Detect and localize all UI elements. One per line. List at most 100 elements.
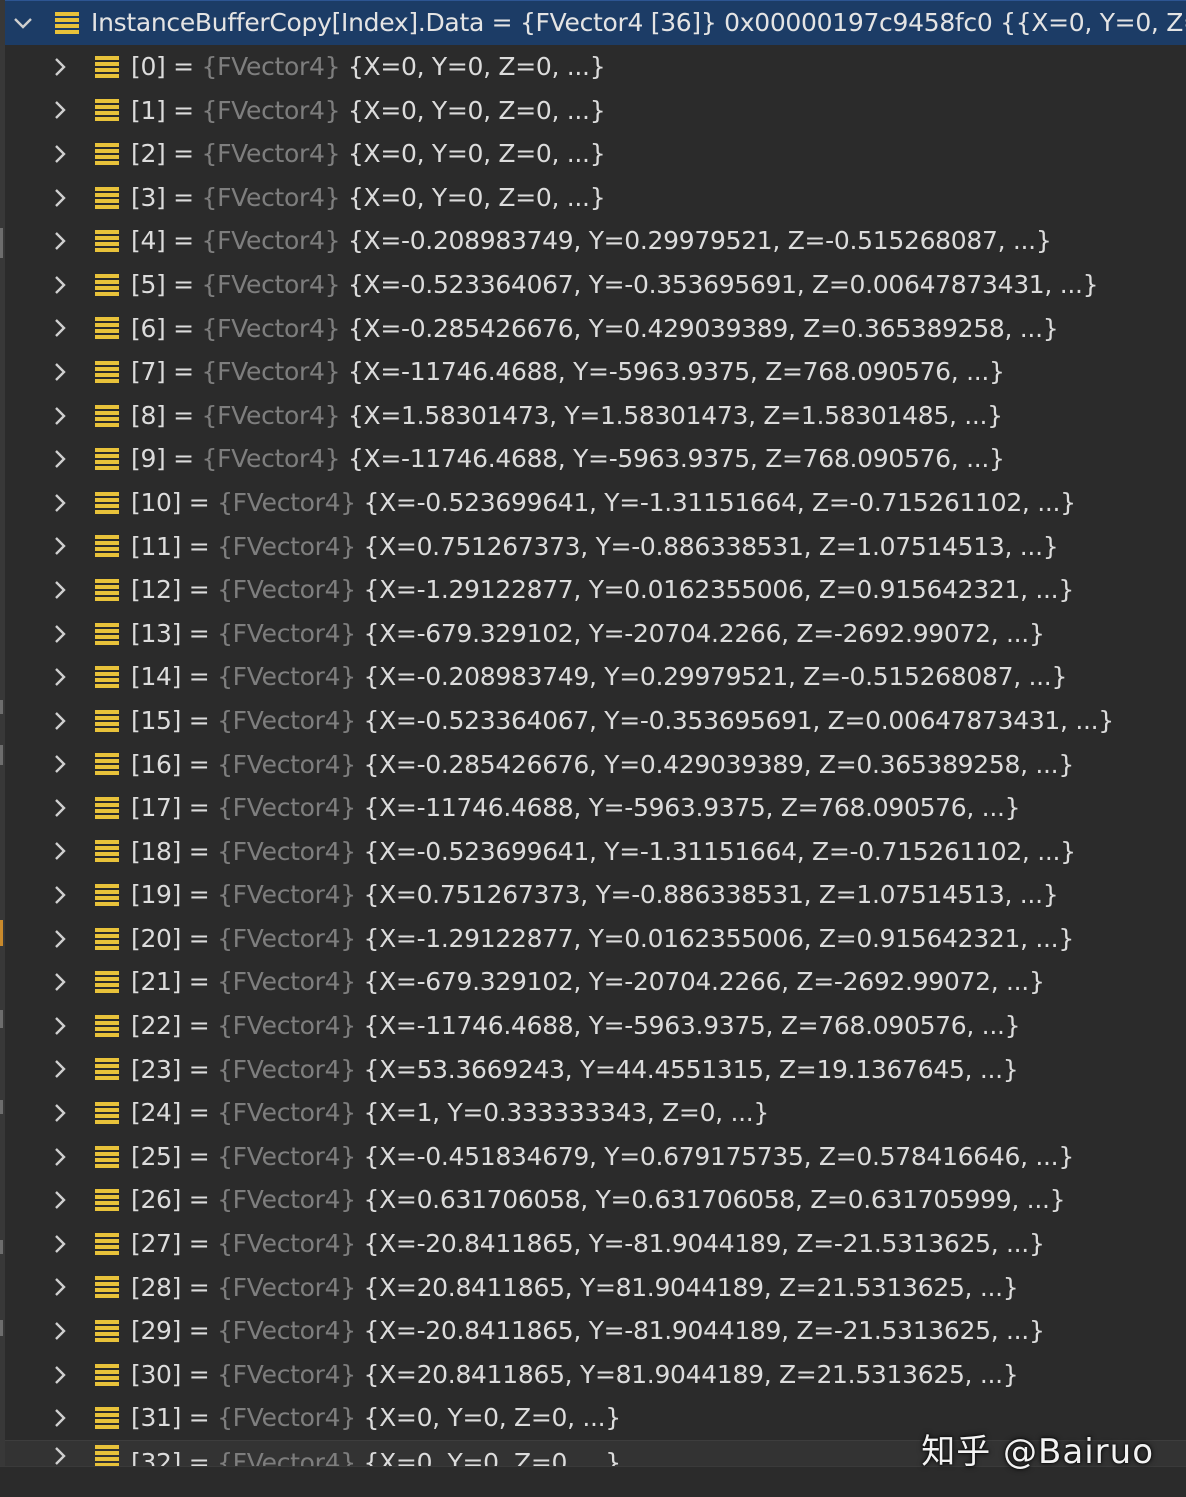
chevron-right-icon[interactable]	[48, 1178, 72, 1222]
equals-sign: =	[181, 793, 218, 823]
item-type: {FVector4}	[217, 1098, 356, 1128]
item-value: {X=20.8411865, Y=81.9044189, Z=21.531362…	[363, 1359, 1019, 1389]
item-index: [0]	[131, 52, 166, 81]
item-index: [2]	[131, 139, 166, 169]
watch-row-item[interactable]: [8] = {FVector4} {X=1.58301473, Y=1.5830…	[5, 394, 1186, 438]
chevron-right-icon[interactable]	[48, 176, 72, 220]
chevron-right-icon[interactable]	[48, 830, 72, 874]
chevron-right-icon[interactable]	[48, 263, 72, 307]
chevron-right-icon[interactable]	[48, 786, 72, 830]
chevron-right-icon[interactable]	[48, 612, 72, 656]
chevron-right-icon[interactable]	[48, 132, 72, 176]
watch-row-item[interactable]: [1] = {FVector4} {X=0, Y=0, Z=0, ...}	[5, 89, 1186, 133]
watch-row-item[interactable]: [6] = {FVector4} {X=-0.285426676, Y=0.42…	[5, 307, 1186, 351]
watch-row-item[interactable]: [9] = {FVector4} {X=-11746.4688, Y=-5963…	[5, 437, 1186, 481]
chevron-right-icon[interactable]	[48, 917, 72, 961]
item-value: {X=-0.523699641, Y=-1.31151664, Z=-0.715…	[363, 487, 1077, 517]
chevron-right-icon[interactable]	[48, 481, 72, 525]
item-value: {X=0, Y=0, Z=0, ...}	[347, 139, 606, 169]
object-icon	[95, 1014, 119, 1037]
watch-row-item[interactable]: [27] = {FVector4} {X=-20.8411865, Y=-81.…	[5, 1222, 1186, 1266]
chevron-right-icon[interactable]	[48, 1266, 72, 1310]
chevron-right-icon[interactable]	[48, 394, 72, 438]
item-index: [16]	[131, 749, 182, 779]
equals-sign: =	[181, 1272, 218, 1302]
watch-row-item[interactable]: [17] = {FVector4} {X=-11746.4688, Y=-596…	[5, 786, 1186, 830]
watch-row-item[interactable]: [21] = {FVector4} {X=-679.329102, Y=-207…	[5, 960, 1186, 1004]
chevron-right-icon[interactable]	[48, 743, 72, 787]
chevron-right-icon[interactable]	[48, 525, 72, 569]
watch-row-item[interactable]: [26] = {FVector4} {X=0.631706058, Y=0.63…	[5, 1178, 1186, 1222]
watch-row-item[interactable]: [12] = {FVector4} {X=-1.29122877, Y=0.01…	[5, 568, 1186, 612]
watch-row-item[interactable]: [10] = {FVector4} {X=-0.523699641, Y=-1.…	[5, 481, 1186, 525]
watch-row-item[interactable]: [2] = {FVector4} {X=0, Y=0, Z=0, ...}	[5, 132, 1186, 176]
chevron-right-icon[interactable]	[48, 699, 72, 743]
item-type: {FVector4}	[217, 662, 356, 692]
item-value: {X=1.58301473, Y=1.58301473, Z=1.5830148…	[347, 400, 1003, 430]
chevron-right-icon[interactable]	[48, 437, 72, 481]
chevron-right-icon[interactable]	[48, 1309, 72, 1353]
watch-row-item[interactable]: [19] = {FVector4} {X=0.751267373, Y=-0.8…	[5, 873, 1186, 917]
watch-row-item[interactable]: [20] = {FVector4} {X=-1.29122877, Y=0.01…	[5, 917, 1186, 961]
watch-row-item[interactable]: [13] = {FVector4} {X=-679.329102, Y=-207…	[5, 612, 1186, 656]
watch-row-item[interactable]: [22] = {FVector4} {X=-11746.4688, Y=-596…	[5, 1004, 1186, 1048]
watch-row-item[interactable]: [25] = {FVector4} {X=-0.451834679, Y=0.6…	[5, 1135, 1186, 1179]
chevron-right-icon[interactable]	[48, 655, 72, 699]
watch-row-item[interactable]: [4] = {FVector4} {X=-0.208983749, Y=0.29…	[5, 219, 1186, 263]
watch-row-item[interactable]: [28] = {FVector4} {X=20.8411865, Y=81.90…	[5, 1266, 1186, 1310]
chevron-down-icon[interactable]	[11, 1, 35, 45]
chevron-right-icon[interactable]	[48, 1004, 72, 1048]
chevron-right-icon[interactable]	[48, 1135, 72, 1179]
watch-row-item[interactable]: [24] = {FVector4} {X=1, Y=0.333333343, Z…	[5, 1091, 1186, 1135]
item-type: {FVector4}	[201, 226, 341, 256]
chevron-right-icon[interactable]	[48, 873, 72, 917]
object-icon	[95, 753, 119, 776]
item-type: {FVector4}	[217, 793, 356, 823]
watch-row-text: [30] = {FVector4} {X=20.8411865, Y=81.90…	[131, 1353, 1019, 1397]
watch-row-item[interactable]: [11] = {FVector4} {X=0.751267373, Y=-0.8…	[5, 525, 1186, 569]
watch-row-item[interactable]: [16] = {FVector4} {X=-0.285426676, Y=0.4…	[5, 743, 1186, 787]
watch-row-text: [18] = {FVector4} {X=-0.523699641, Y=-1.…	[131, 830, 1076, 874]
chevron-right-icon[interactable]	[48, 1353, 72, 1397]
watch-row-item[interactable]: [14] = {FVector4} {X=-0.208983749, Y=0.2…	[5, 655, 1186, 699]
watch-row-root[interactable]: InstanceBufferCopy[Index].Data = {FVecto…	[5, 0, 1186, 45]
watch-row-item[interactable]: [3] = {FVector4} {X=0, Y=0, Z=0, ...}	[5, 176, 1186, 220]
item-index: [4]	[131, 226, 166, 256]
chevron-right-icon[interactable]	[48, 960, 72, 1004]
item-value: {X=0, Y=0, Z=0, ...}	[347, 95, 606, 125]
watch-row-item[interactable]: [7] = {FVector4} {X=-11746.4688, Y=-5963…	[5, 350, 1186, 394]
object-icon	[95, 230, 119, 253]
watch-row-item[interactable]: [29] = {FVector4} {X=-20.8411865, Y=-81.…	[5, 1309, 1186, 1353]
item-index: [1]	[131, 95, 166, 125]
item-value: {X=-0.285426676, Y=0.429039389, Z=0.3653…	[363, 749, 1075, 779]
watch-row-item[interactable]: [23] = {FVector4} {X=53.3669243, Y=44.45…	[5, 1048, 1186, 1092]
chevron-right-icon[interactable]	[48, 1048, 72, 1092]
chevron-right-icon[interactable]	[48, 1441, 72, 1466]
chevron-right-icon[interactable]	[48, 1222, 72, 1266]
chevron-right-icon[interactable]	[48, 350, 72, 394]
watch-row-item[interactable]: [0] = {FVector4} {X=0, Y=0, Z=0, ...}	[5, 45, 1186, 89]
watch-row-item[interactable]: [5] = {FVector4} {X=-0.523364067, Y=-0.3…	[5, 263, 1186, 307]
item-type: {FVector4}	[217, 618, 356, 648]
chevron-right-icon[interactable]	[48, 1396, 72, 1440]
chevron-right-icon[interactable]	[48, 1091, 72, 1135]
watch-row-item[interactable]: [18] = {FVector4} {X=-0.523699641, Y=-1.…	[5, 830, 1186, 874]
object-icon	[95, 578, 119, 601]
chevron-right-icon[interactable]	[48, 307, 72, 351]
chevron-right-icon[interactable]	[48, 45, 72, 89]
watch-row-item[interactable]: [15] = {FVector4} {X=-0.523364067, Y=-0.…	[5, 699, 1186, 743]
chevron-right-icon[interactable]	[48, 568, 72, 612]
chevron-right-icon[interactable]	[48, 219, 72, 263]
object-icon	[95, 1407, 119, 1430]
object-icon	[95, 622, 119, 645]
watch-row-text: [12] = {FVector4} {X=-1.29122877, Y=0.01…	[131, 568, 1074, 612]
chevron-right-icon[interactable]	[48, 89, 72, 133]
equals-sign: =	[181, 575, 218, 605]
item-type: {FVector4}	[217, 1403, 356, 1433]
watch-row-item[interactable]: [30] = {FVector4} {X=20.8411865, Y=81.90…	[5, 1353, 1186, 1397]
equals-sign: =	[181, 487, 218, 517]
